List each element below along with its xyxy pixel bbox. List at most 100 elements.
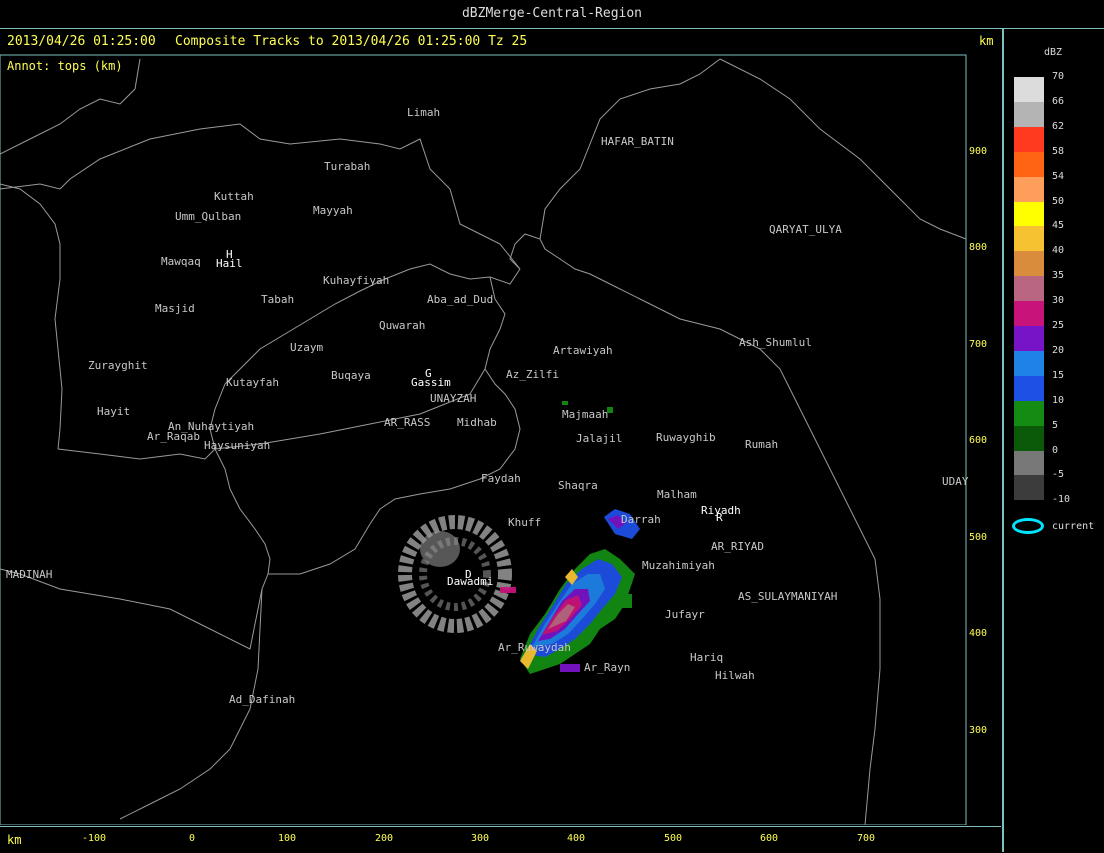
- x-tick: 200: [375, 833, 394, 844]
- place-label: Midhab: [457, 416, 497, 429]
- unit-km-right: km: [979, 34, 994, 48]
- legend-value: 45: [1052, 220, 1065, 232]
- place-label: Artawiyah: [553, 344, 613, 357]
- legend-swatch: [1014, 400, 1044, 426]
- place-label: QARYAT_ULYA: [769, 223, 842, 236]
- legend-swatch: [1014, 77, 1044, 102]
- legend-swatch: [1014, 201, 1044, 227]
- y-tick: 400: [969, 628, 988, 639]
- legend-value: 58: [1052, 145, 1065, 157]
- place-label: AR_RASS: [384, 416, 431, 429]
- place-label: Kuttah: [214, 190, 254, 203]
- legend-value: -5: [1052, 469, 1065, 481]
- place-label: Darrah: [621, 513, 661, 526]
- city-marker: H: [226, 248, 233, 261]
- timestamp-label: 2013/04/26 01:25:00: [7, 34, 156, 49]
- x-tick: 500: [664, 833, 683, 844]
- place-label: Tabah: [261, 293, 295, 306]
- legend-value: 54: [1052, 170, 1065, 182]
- place-label: Rumah: [745, 438, 779, 451]
- legend-swatch: [1014, 326, 1044, 351]
- place-label: HAFAR_BATIN: [601, 135, 674, 148]
- legend-value: 70: [1052, 71, 1065, 82]
- legend-value: 20: [1052, 344, 1065, 356]
- tracks-label: Composite Tracks to 2013/04/26 01:25:00 …: [175, 34, 528, 49]
- legend-value: 0: [1052, 444, 1059, 456]
- city-marker: G: [425, 367, 432, 380]
- place-label: Uzaym: [290, 341, 324, 354]
- place-label: Aba_ad_Dud: [427, 293, 494, 306]
- place-label: Turabah: [324, 160, 371, 173]
- legend-value: 50: [1052, 195, 1065, 207]
- legend-value: 10: [1052, 394, 1065, 406]
- y-tick: 600: [969, 435, 988, 446]
- current-label: current: [1052, 521, 1095, 532]
- place-label: Umm_Qulban: [175, 210, 242, 223]
- place-label: Ad_Dafinah: [229, 693, 296, 706]
- legend-swatch: [1014, 301, 1044, 327]
- city-marker: R: [716, 511, 723, 524]
- place-label: Ash_Shumlul: [739, 336, 812, 349]
- place-label: MADINAH: [6, 568, 53, 581]
- legend-value: 62: [1052, 120, 1065, 132]
- place-label: Ruwayghib: [656, 431, 716, 444]
- place-label: Malham: [657, 488, 697, 501]
- legend-value: 35: [1052, 270, 1065, 282]
- legend-swatch: [1014, 375, 1044, 401]
- place-label: Jalajil: [576, 432, 623, 445]
- legend-value: 40: [1052, 245, 1065, 257]
- city-marker: D: [465, 568, 472, 581]
- legend-swatch: [1014, 475, 1044, 501]
- x-tick: 0: [189, 833, 196, 844]
- place-label: Buqaya: [331, 369, 371, 382]
- window-title: dBZMerge-Central-Region: [0, 0, 1104, 29]
- y-tick: 800: [969, 242, 988, 253]
- place-label: Ar_Raqab: [147, 430, 200, 443]
- x-tick: 700: [857, 833, 876, 844]
- place-label: Kuhayfiyah: [323, 274, 390, 287]
- x-tick: 300: [471, 833, 490, 844]
- legend-value: 5: [1052, 419, 1059, 431]
- place-label: Ar_Rayn: [584, 661, 631, 674]
- x-tick: 100: [278, 833, 297, 844]
- place-label: Masjid: [155, 302, 195, 315]
- place-label: Quwarah: [379, 319, 426, 332]
- y-tick: 500: [969, 532, 988, 543]
- annot-label: Annot: tops (km): [7, 59, 123, 73]
- legend-swatch: [1014, 350, 1044, 376]
- y-tick: 300: [969, 725, 988, 736]
- legend-swatch: [1014, 425, 1044, 451]
- place-label: Ar_Ruwaydah: [498, 641, 571, 654]
- y-tick: 700: [969, 339, 988, 350]
- legend-swatch: [1014, 226, 1044, 252]
- legend-value: 15: [1052, 369, 1065, 381]
- x-axis: km -100 0 100 200 300 400 500 600 700: [0, 826, 1001, 853]
- legend-swatch: [1014, 101, 1044, 127]
- legend-value: 25: [1052, 320, 1065, 331]
- current-track-icon: [1012, 518, 1044, 534]
- color-legend: dBZ 70 66 62 58 54 50 45 40 35 30 25 20 15 10 5 0 -5 -10 …: [1002, 29, 1104, 852]
- place-label: Khuff: [508, 516, 542, 529]
- x-tick: 400: [567, 833, 586, 844]
- place-label: Mawqaq: [161, 255, 201, 268]
- legend-swatch: [1014, 276, 1044, 302]
- place-label: AR_RIYAD: [711, 540, 764, 553]
- place-label: UDAY: [942, 475, 969, 488]
- place-label: Faydah: [481, 472, 521, 485]
- place-label: Muzahimiyah: [642, 559, 715, 572]
- legend-swatch: [1014, 151, 1044, 177]
- place-label: Haysuniyah: [204, 439, 271, 452]
- legend-swatch: [1014, 126, 1044, 152]
- legend-swatch: [1014, 251, 1044, 277]
- place-label: AS_SULAYMANIYAH: [738, 590, 838, 603]
- place-label: Majmaah: [562, 408, 609, 421]
- place-label: Hayit: [97, 405, 131, 418]
- x-tick: -100: [82, 833, 107, 844]
- map-canvas[interactable]: [0, 29, 1001, 825]
- legend-swatch: [1014, 450, 1044, 476]
- place-label: Hilwah: [715, 669, 755, 682]
- unit-km-bottom: km: [7, 833, 22, 847]
- place-label: Kutayfah: [226, 376, 279, 389]
- legend-value: 66: [1052, 95, 1065, 107]
- map-panel[interactable]: 2013/04/26 01:25:00 Composite Tracks to …: [0, 29, 1001, 825]
